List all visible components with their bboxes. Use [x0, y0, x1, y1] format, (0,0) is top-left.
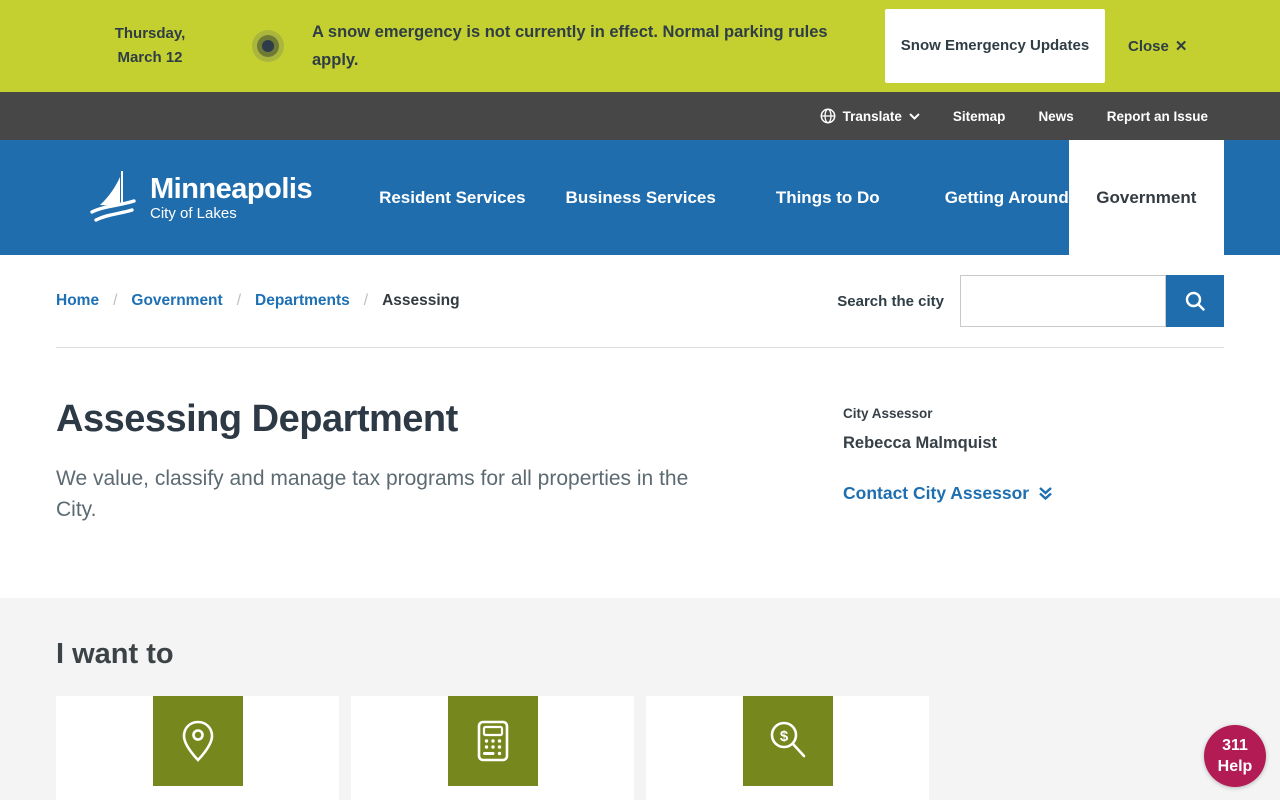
map-pin-icon	[182, 720, 213, 762]
search-input[interactable]	[960, 275, 1166, 327]
svg-text:$: $	[779, 728, 788, 745]
breadcrumb-separator: /	[363, 292, 369, 309]
search-dollar-icon: $	[770, 721, 805, 758]
i-want-to-section: I want to $	[0, 598, 1280, 800]
main-navigation: Minneapolis City of Lakes Resident Servi…	[0, 140, 1280, 255]
search-label: Search the city	[837, 292, 944, 310]
logo-text: Minneapolis City of Lakes	[150, 172, 313, 222]
site-search: Search the city	[837, 275, 1224, 327]
double-chevron-down-icon	[1039, 487, 1052, 501]
assessor-name: Rebecca Malmquist	[843, 434, 998, 452]
nav-item-business-services[interactable]: Business Services	[566, 188, 716, 208]
banner-date-line1: Thursday,	[114, 25, 186, 42]
banner-date: Thursday, March 12	[103, 22, 197, 70]
breadcrumb-home[interactable]: Home	[56, 292, 99, 310]
snow-emergency-updates-button[interactable]: Snow Emergency Updates	[885, 9, 1105, 83]
nav-item-getting-around[interactable]: Getting Around	[945, 188, 1069, 208]
action-cards: $	[56, 696, 1224, 800]
card-tile	[447, 696, 538, 786]
i-want-to-heading: I want to	[56, 638, 174, 670]
utility-link-news[interactable]: News	[1038, 109, 1073, 124]
calculator-icon	[477, 720, 508, 762]
help-311-label: Help	[1217, 758, 1253, 775]
page: Thursday, March 12 A snow emergency is n…	[0, 0, 1280, 800]
nav-item-government-active[interactable]: Government	[1068, 140, 1224, 255]
translate-menu[interactable]: Translate	[820, 108, 920, 124]
help-311-number: 311	[1222, 737, 1248, 754]
card-tile: $	[742, 696, 833, 786]
snow-emergency-status-icon	[252, 30, 284, 62]
nav-item-resident-services[interactable]: Resident Services	[379, 188, 525, 208]
chevron-down-icon	[909, 112, 920, 120]
close-icon: ✕	[1174, 38, 1188, 55]
nav-item-things-to-do[interactable]: Things to Do	[776, 188, 880, 208]
department-intro: Assessing Department We value, classify …	[56, 348, 756, 598]
card-tile	[152, 696, 243, 786]
breadcrumb: Home / Government / Departments / Assess…	[56, 292, 460, 310]
logo-subtitle: City of Lakes	[150, 204, 237, 222]
breadcrumb-separator: /	[113, 292, 118, 309]
utility-link-report-an-issue[interactable]: Report an Issue	[1107, 109, 1208, 124]
contact-city-assessor-link[interactable]: Contact City Assessor	[843, 483, 1224, 504]
main-content: Assessing Department We value, classify …	[0, 348, 1280, 598]
card-estimate-taxes[interactable]	[351, 696, 634, 800]
logo-title: Minneapolis	[150, 172, 313, 205]
snow-emergency-banner: Thursday, March 12 A snow emergency is n…	[0, 0, 1280, 92]
page-description: We value, classify and manage tax progra…	[56, 467, 689, 521]
translate-label: Translate	[842, 108, 902, 124]
breadcrumb-current: Assessing	[382, 292, 460, 309]
help-311-button[interactable]: 311 Help	[1204, 725, 1266, 787]
contact-link-label: Contact City Assessor	[843, 483, 1030, 503]
minneapolis-logo[interactable]: Minneapolis City of Lakes	[88, 169, 313, 227]
globe-icon	[820, 108, 836, 124]
utility-bar: Translate Sitemap News Report an Issue	[0, 92, 1280, 140]
search-button[interactable]	[1166, 275, 1224, 327]
breadcrumb-row: Home / Government / Departments / Assess…	[0, 255, 1280, 347]
banner-date-line2: March 12	[117, 49, 183, 66]
card-search-property-values[interactable]: $	[646, 696, 929, 800]
assessor-card: City Assessor Rebecca Malmquist Contact …	[843, 348, 1224, 598]
close-label: Close	[1128, 37, 1169, 55]
page-title: Assessing Department	[56, 398, 458, 440]
breadcrumb-government[interactable]: Government	[131, 292, 222, 310]
breadcrumb-departments[interactable]: Departments	[255, 292, 350, 310]
breadcrumb-separator: /	[236, 292, 242, 309]
utility-link-sitemap[interactable]: Sitemap	[953, 109, 1006, 124]
banner-message: A snow emergency is not currently in eff…	[312, 23, 828, 69]
banner-close-button[interactable]: Close ✕	[1128, 37, 1188, 56]
search-icon	[1185, 291, 1205, 311]
assessor-role: City Assessor	[843, 406, 933, 421]
card-view-property-map[interactable]	[56, 696, 339, 800]
sailboat-icon	[90, 170, 136, 222]
